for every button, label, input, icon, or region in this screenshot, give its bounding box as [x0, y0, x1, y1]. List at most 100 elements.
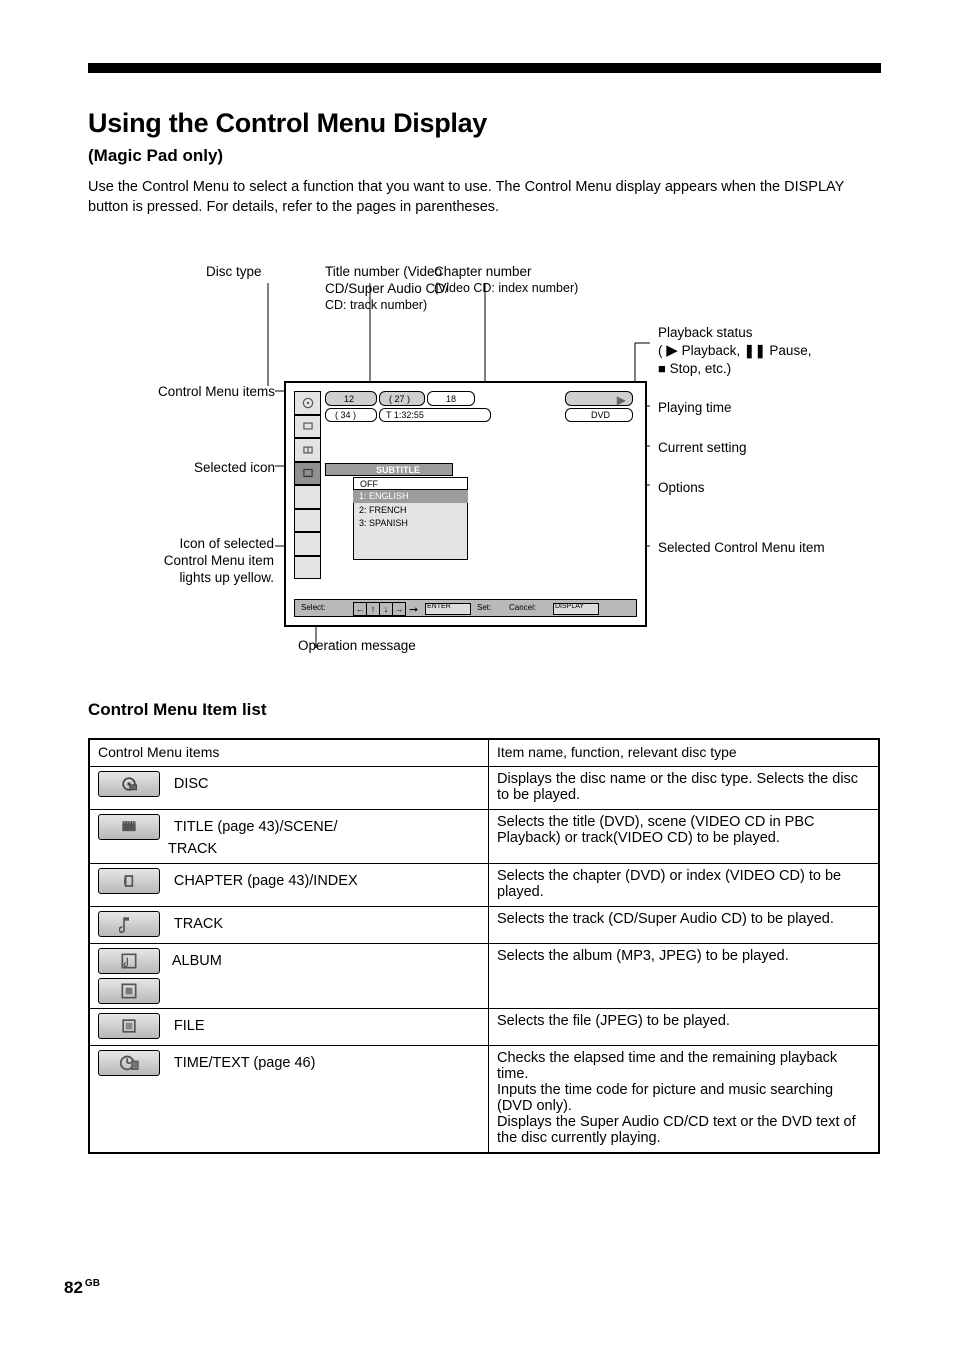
- row-explain: Selects the title (DVD), scene (VIDEO CD…: [489, 810, 879, 864]
- table-row: FILE Selects the file (JPEG) to be playe…: [90, 1009, 879, 1046]
- row-label: DISC: [174, 776, 209, 792]
- page-number-value: 82: [64, 1278, 83, 1297]
- title-number: 12: [344, 394, 354, 404]
- table-row: TRACK Selects the track (CD/Super Audio …: [90, 907, 879, 944]
- option-off: OFF: [360, 479, 378, 489]
- chapter-icon: [98, 868, 160, 894]
- arrow-forward-icon: ➞: [409, 603, 418, 616]
- callout-title-number-l1: Title number (Video CD/Super Audio CD/: [325, 264, 449, 296]
- menu-icon-6: [294, 509, 321, 533]
- row-explain-l2: Inputs the time code for picture and mus…: [497, 1082, 833, 1114]
- menu-icon-chapter: [294, 438, 321, 462]
- callout-icon-explanation: Icon of selected Control Menu item light…: [154, 536, 274, 587]
- file-icon: [98, 1013, 160, 1039]
- time-icon: [98, 1050, 160, 1076]
- arrow-keys-icon: ← ↑ ↓ →: [353, 602, 405, 614]
- callout-icon-exp-l1: Icon of selected: [179, 536, 274, 551]
- album-music-icon: [98, 948, 160, 974]
- callout-operation-message: Operation message: [298, 638, 528, 655]
- page-top-bar: [88, 63, 881, 73]
- arrow-down-icon: ↓: [379, 602, 393, 616]
- control-menu-table: Control Menu items Item name, function, …: [88, 738, 880, 1154]
- row-label-a: TITLE (page 43)/SCENE/: [174, 819, 338, 835]
- callout-title-number-l2: CD: track number): [325, 298, 475, 314]
- row-explain: Selects the album (MP3, JPEG) to be play…: [489, 944, 879, 1009]
- table-row: TIME/TEXT (page 46) Checks the elapsed t…: [90, 1046, 879, 1153]
- callout-chapter-number-l2: (Video CD: index number): [434, 281, 609, 297]
- option-selected: 1: ENGLISH: [359, 491, 409, 501]
- callout-chapter-number: Chapter number (Video CD: index number): [434, 264, 609, 297]
- row-label: TIME/TEXT (page 46): [174, 1055, 316, 1071]
- disc-icon: [98, 771, 160, 797]
- row-explain: Displays the disc name or the disc type.…: [489, 767, 879, 810]
- album-picture-icon: [98, 978, 160, 1004]
- row-explain: Selects the file (JPEG) to be played.: [489, 1009, 879, 1046]
- table-row: TITLE (page 43)/SCENE/ TRACK Selects the…: [90, 810, 879, 864]
- menu-icon-column: ...: [294, 391, 321, 579]
- op-cancel-label: Cancel:: [509, 603, 536, 612]
- callout-chapter-number-l1: Chapter number: [434, 264, 532, 279]
- row-explain: Selects the chapter (DVD) or index (VIDE…: [489, 864, 879, 907]
- row-explain-l3: Displays the Super Audio CD/CD text or t…: [497, 1114, 856, 1146]
- table-header-explain: Item name, function, relevant disc type: [489, 740, 879, 767]
- callout-selected-item: Selected Control Menu item: [658, 540, 888, 557]
- menu-icon-7: [294, 532, 321, 556]
- callout-playing-time: Playing time: [658, 400, 878, 417]
- row-explain: Selects the track (CD/Super Audio CD) to…: [489, 907, 879, 944]
- op-display-label: DISPLAY: [555, 603, 584, 610]
- title-icon: [98, 814, 160, 840]
- op-select-label: Select:: [301, 603, 325, 612]
- page-number: 82GB: [64, 1278, 100, 1298]
- chapter-number: 18: [446, 394, 456, 404]
- callout-status-l2a: (: [658, 343, 663, 358]
- menu-icon-disc: [294, 391, 321, 415]
- control-menu-display: ... 12 ( 27 ) 18 ( 34 ): [284, 381, 647, 627]
- table-row: CHAPTER (page 43)/INDEX Selects the chap…: [90, 864, 879, 907]
- play-triangle-icon: ▶: [617, 393, 626, 407]
- page-heading: Using the Control Menu Display: [88, 108, 487, 139]
- menu-icon-selected: ...: [294, 462, 321, 486]
- play-icon: ▶: [666, 342, 678, 359]
- callout-playback-status: Playback status ( ▶ Playback, ❚❚ Pause, …: [658, 325, 878, 378]
- pause-icon: ❚❚: [744, 343, 766, 358]
- arrow-left-icon: ←: [353, 602, 367, 616]
- op-set-label: Set:: [477, 603, 491, 612]
- menu-icon-8: [294, 556, 321, 580]
- op-enter-label: ENTER: [427, 603, 451, 610]
- intro-paragraph: Use the Control Menu to select a functio…: [88, 178, 880, 217]
- svg-text:...: ...: [305, 472, 309, 478]
- page-subheading: (Magic Pad only): [88, 146, 223, 166]
- row-label: TRACK: [174, 916, 223, 932]
- operation-bar: Select: ← ↑ ↓ → ➞ ENTER Set: Cancel: DIS…: [294, 599, 637, 617]
- title-total: ( 27 ): [389, 394, 410, 404]
- table-header-row: Control Menu items Item name, function, …: [90, 740, 879, 767]
- stop-icon: ■: [658, 361, 666, 376]
- playing-time: T 1:32:55: [386, 410, 424, 420]
- page-number-suffix: GB: [85, 1278, 100, 1289]
- section-title: Control Menu Item list: [88, 700, 267, 720]
- arrow-up-icon: ↑: [366, 602, 380, 616]
- callout-status-l1: Playback status: [658, 325, 753, 340]
- chapter-total: ( 34 ): [335, 410, 356, 420]
- arrow-right-icon: →: [392, 602, 406, 616]
- selected-item-label: SUBTITLE: [376, 465, 420, 475]
- table-row: DISC Displays the disc name or the disc …: [90, 767, 879, 810]
- option-2: 2: FRENCH: [359, 505, 407, 515]
- table-header-items: Control Menu items: [90, 740, 489, 767]
- callout-selected-icon: Selected icon: [140, 460, 275, 477]
- callout-options: Options: [658, 480, 888, 497]
- callout-current-setting: Current setting: [658, 440, 848, 457]
- row-label: ALBUM: [172, 953, 222, 969]
- menu-icon-title: [294, 415, 321, 439]
- row-explain-l1: Checks the elapsed time and the remainin…: [497, 1050, 837, 1082]
- row-label: CHAPTER (page 43)/INDEX: [174, 873, 358, 889]
- table-row: ALBUM Selects the album (MP3, JPEG) to b…: [90, 944, 879, 1009]
- callout-status-play: Playback,: [682, 343, 744, 358]
- track-icon: [98, 911, 160, 937]
- callout-icon-exp-l2: Control Menu item: [164, 553, 274, 568]
- callout-control-menu-items: Control Menu items: [140, 384, 275, 401]
- option-3: 3: SPANISH: [359, 518, 408, 528]
- callout-status-pause: Pause,: [769, 343, 811, 358]
- disc-type-label: DVD: [591, 410, 610, 420]
- callout-status-l3: Stop, etc.): [670, 361, 732, 376]
